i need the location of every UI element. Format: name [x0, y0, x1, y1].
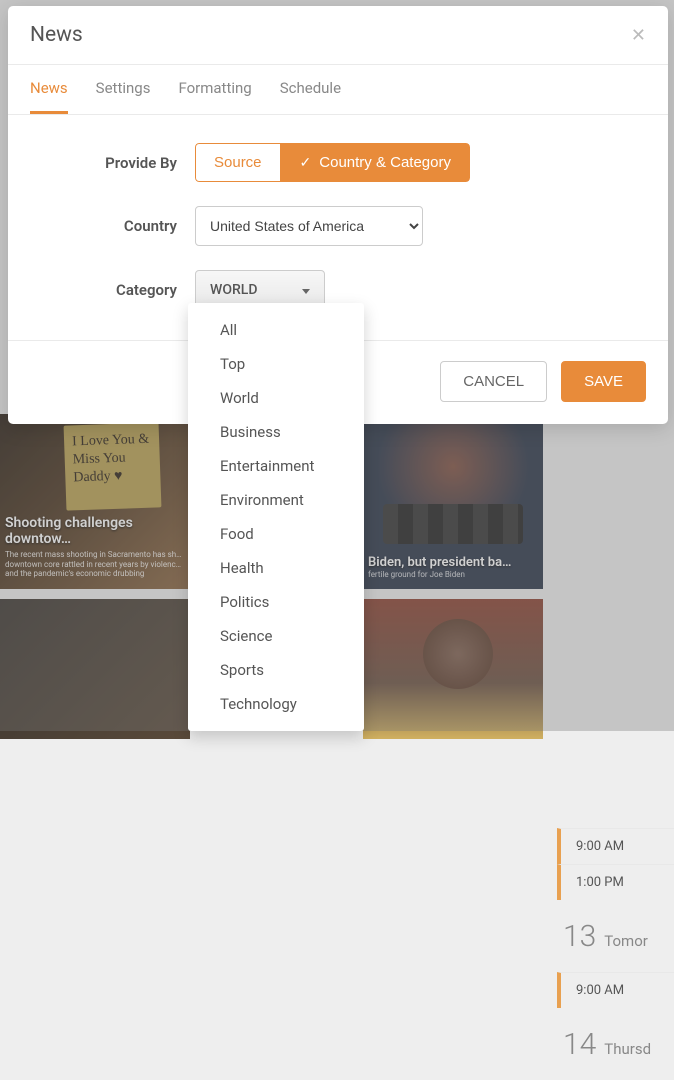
timeline-date-num: 14 — [563, 1027, 596, 1062]
tab-settings[interactable]: Settings — [96, 65, 151, 114]
timeline-date-num: 13 — [563, 919, 596, 954]
check-icon — [300, 154, 312, 171]
close-icon: ✕ — [631, 25, 646, 45]
timeline-day-label: Thursd — [604, 1040, 651, 1058]
category-option-environment[interactable]: Environment — [188, 483, 364, 517]
toggle-source-button[interactable]: Source — [195, 143, 281, 182]
timeline-time: 9:00 AM — [557, 972, 674, 1008]
timeline-date: 13 Tomor — [555, 900, 674, 972]
category-option-top[interactable]: Top — [188, 347, 364, 381]
country-select[interactable]: United States of America — [195, 206, 423, 246]
tab-schedule[interactable]: Schedule — [280, 65, 341, 114]
category-option-world[interactable]: World — [188, 381, 364, 415]
category-option-politics[interactable]: Politics — [188, 585, 364, 619]
timeline-time: 1:00 PM — [557, 864, 674, 900]
toggle-country-category-button[interactable]: Country & Category — [281, 143, 470, 182]
category-option-health[interactable]: Health — [188, 551, 364, 585]
timeline-day-label: Tomor — [604, 932, 648, 950]
modal-header: News ✕ — [8, 6, 668, 65]
chevron-down-icon — [302, 282, 310, 298]
category-option-food[interactable]: Food — [188, 517, 364, 551]
category-option-business[interactable]: Business — [188, 415, 364, 449]
category-option-all[interactable]: All — [188, 313, 364, 347]
modal-tabs: News Settings Formatting Schedule — [8, 65, 668, 115]
timeline-time: 9:00 AM — [557, 828, 674, 864]
cancel-button[interactable]: CANCEL — [440, 361, 547, 402]
category-label: Category — [30, 281, 195, 299]
provide-by-label: Provide By — [30, 154, 195, 172]
save-button[interactable]: SAVE — [561, 361, 646, 402]
category-option-sports[interactable]: Sports — [188, 653, 364, 687]
category-selected-label: WORLD — [210, 282, 257, 298]
country-label: Country — [30, 217, 195, 235]
tab-news[interactable]: News — [30, 65, 68, 114]
close-button[interactable]: ✕ — [631, 25, 646, 46]
provide-by-toggle: Source Country & Category — [195, 143, 470, 182]
timeline-date: 14 Thursd — [555, 1008, 674, 1080]
category-option-entertainment[interactable]: Entertainment — [188, 449, 364, 483]
tab-formatting[interactable]: Formatting — [178, 65, 251, 114]
category-option-technology[interactable]: Technology — [188, 687, 364, 721]
modal-title: News — [30, 23, 83, 47]
category-option-science[interactable]: Science — [188, 619, 364, 653]
category-dropdown-menu: All Top World Business Entertainment Env… — [188, 303, 364, 731]
toggle-label: Country & Category — [319, 154, 451, 171]
